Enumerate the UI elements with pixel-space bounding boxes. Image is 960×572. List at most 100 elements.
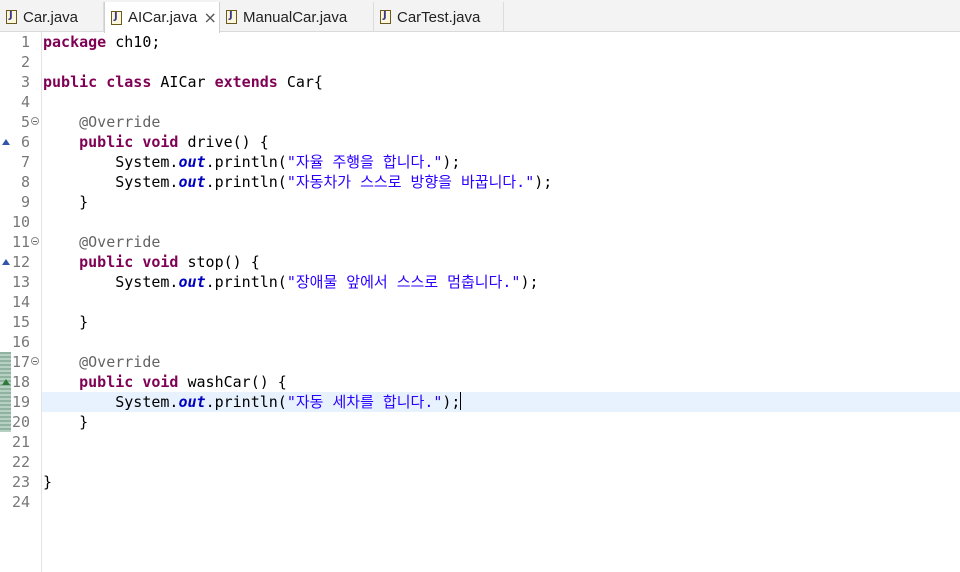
code-line: } bbox=[43, 472, 960, 492]
fold-collapse-icon[interactable] bbox=[31, 237, 39, 245]
line-number: 19 bbox=[11, 393, 30, 411]
line-number: 4 bbox=[20, 93, 30, 111]
line-number: 3 bbox=[20, 73, 30, 91]
annotation: @Override bbox=[79, 353, 161, 371]
string-literal: "장애물 앞에서 스스로 멈춥니다." bbox=[286, 273, 521, 291]
line-number: 15 bbox=[11, 313, 30, 331]
code-text: .println( bbox=[205, 273, 287, 291]
field: out bbox=[178, 173, 206, 191]
code-line: System.out.println("자동차가 스스로 방향을 바꿉니다.")… bbox=[43, 172, 960, 192]
code-line: public void stop() { bbox=[43, 252, 960, 272]
method-signature: stop() { bbox=[187, 253, 260, 271]
line-number: 7 bbox=[20, 153, 30, 171]
code-line: } bbox=[43, 312, 960, 332]
line-number: 8 bbox=[20, 173, 30, 191]
line-number: 2 bbox=[20, 53, 30, 71]
tab-label: ManualCar.java bbox=[243, 8, 348, 26]
method-signature: washCar() { bbox=[187, 373, 287, 391]
keyword: public bbox=[43, 73, 98, 91]
annotation: @Override bbox=[79, 233, 161, 251]
keyword: package bbox=[43, 33, 107, 51]
tab-label: AICar.java bbox=[128, 9, 198, 26]
keyword: void bbox=[142, 133, 179, 151]
keyword: public bbox=[79, 253, 134, 271]
code-editor[interactable]: 1 2 3 4 5 6 7 8 9 10 11 12 13 14 15 16 1… bbox=[0, 32, 960, 572]
code-text: ); bbox=[520, 273, 539, 291]
line-number: 23 bbox=[11, 473, 30, 491]
keyword: public bbox=[79, 133, 134, 151]
code-text: Car{ bbox=[286, 73, 323, 91]
line-number: 5 bbox=[20, 113, 30, 131]
keyword: class bbox=[106, 73, 152, 91]
code-line: @Override bbox=[43, 232, 960, 252]
override-marker-icon[interactable] bbox=[2, 139, 10, 145]
tab-manualcar-java[interactable]: ManualCar.java bbox=[220, 2, 374, 32]
code-line: @Override bbox=[43, 112, 960, 132]
tab-label: Car.java bbox=[23, 8, 79, 26]
field: out bbox=[178, 273, 206, 291]
java-file-icon bbox=[111, 10, 122, 25]
code-line: public void washCar() { bbox=[43, 372, 960, 392]
line-number: 1 bbox=[20, 33, 30, 51]
java-file-icon bbox=[226, 10, 237, 24]
code-text: .println( bbox=[205, 173, 287, 191]
code-text: ); bbox=[442, 153, 461, 171]
code-text: System. bbox=[115, 173, 179, 191]
code-line: package ch10; bbox=[43, 32, 960, 52]
code-text: ch10; bbox=[106, 33, 161, 51]
method-signature: drive() { bbox=[187, 133, 269, 151]
code-text: .println( bbox=[205, 393, 287, 411]
string-literal: "자동차가 스스로 방향을 바꿉니다." bbox=[286, 173, 535, 191]
line-number: 9 bbox=[20, 193, 30, 211]
code-text: ); bbox=[442, 393, 461, 411]
code-line: System.out.println("장애물 앞에서 스스로 멈춥니다."); bbox=[43, 272, 960, 292]
code-text: } bbox=[79, 193, 89, 211]
line-number: 17 bbox=[11, 353, 30, 371]
tab-car-java[interactable]: Car.java bbox=[0, 2, 104, 32]
line-number: 10 bbox=[11, 213, 30, 231]
code-line: @Override bbox=[43, 352, 960, 372]
string-literal: "자동 세차를 합니다." bbox=[286, 393, 443, 411]
code-text: ); bbox=[534, 173, 553, 191]
code-text: System. bbox=[115, 393, 179, 411]
line-number: 20 bbox=[11, 413, 30, 431]
keyword: void bbox=[142, 253, 179, 271]
line-number: 16 bbox=[11, 333, 30, 351]
field: out bbox=[178, 393, 206, 411]
code-line: public void drive() { bbox=[43, 132, 960, 152]
tab-aicar-java[interactable]: AICar.java × bbox=[104, 2, 220, 33]
keyword: public bbox=[79, 373, 134, 391]
fold-collapse-icon[interactable] bbox=[31, 117, 39, 125]
fold-collapse-icon[interactable] bbox=[31, 357, 39, 365]
keyword: void bbox=[142, 373, 179, 391]
code-text: } bbox=[79, 313, 89, 331]
class-name: AICar bbox=[160, 73, 206, 91]
code-line: System.out.println("자율 주행을 합니다."); bbox=[43, 152, 960, 172]
code-line: } bbox=[43, 192, 960, 212]
java-file-icon bbox=[6, 10, 17, 24]
line-number: 13 bbox=[11, 273, 30, 291]
field: out bbox=[178, 153, 206, 171]
override-marker-icon[interactable] bbox=[2, 379, 10, 385]
close-icon[interactable]: × bbox=[203, 9, 217, 26]
line-number: 24 bbox=[11, 493, 30, 511]
line-number: 11 bbox=[11, 233, 30, 251]
code-line: System.out.println("자동 세차를 합니다."); bbox=[43, 392, 960, 412]
tab-cartest-java[interactable]: CarTest.java bbox=[374, 2, 504, 32]
code-text: } bbox=[43, 473, 53, 491]
override-marker-icon[interactable] bbox=[2, 259, 10, 265]
line-number: 14 bbox=[11, 293, 30, 311]
java-file-icon bbox=[380, 10, 391, 24]
editor-tab-bar: Car.java AICar.java × ManualCar.java Car… bbox=[0, 0, 960, 33]
line-number: 22 bbox=[11, 453, 30, 471]
text-caret bbox=[460, 392, 462, 410]
annotation: @Override bbox=[79, 113, 161, 131]
code-text: System. bbox=[115, 153, 179, 171]
code-text: } bbox=[79, 413, 89, 431]
code-line: public class AICar extends Car{ bbox=[43, 72, 960, 92]
string-literal: "자율 주행을 합니다." bbox=[286, 153, 443, 171]
code-line: } bbox=[43, 412, 960, 432]
code-text: System. bbox=[115, 273, 179, 291]
keyword: extends bbox=[214, 73, 278, 91]
tab-label: CarTest.java bbox=[397, 8, 481, 26]
